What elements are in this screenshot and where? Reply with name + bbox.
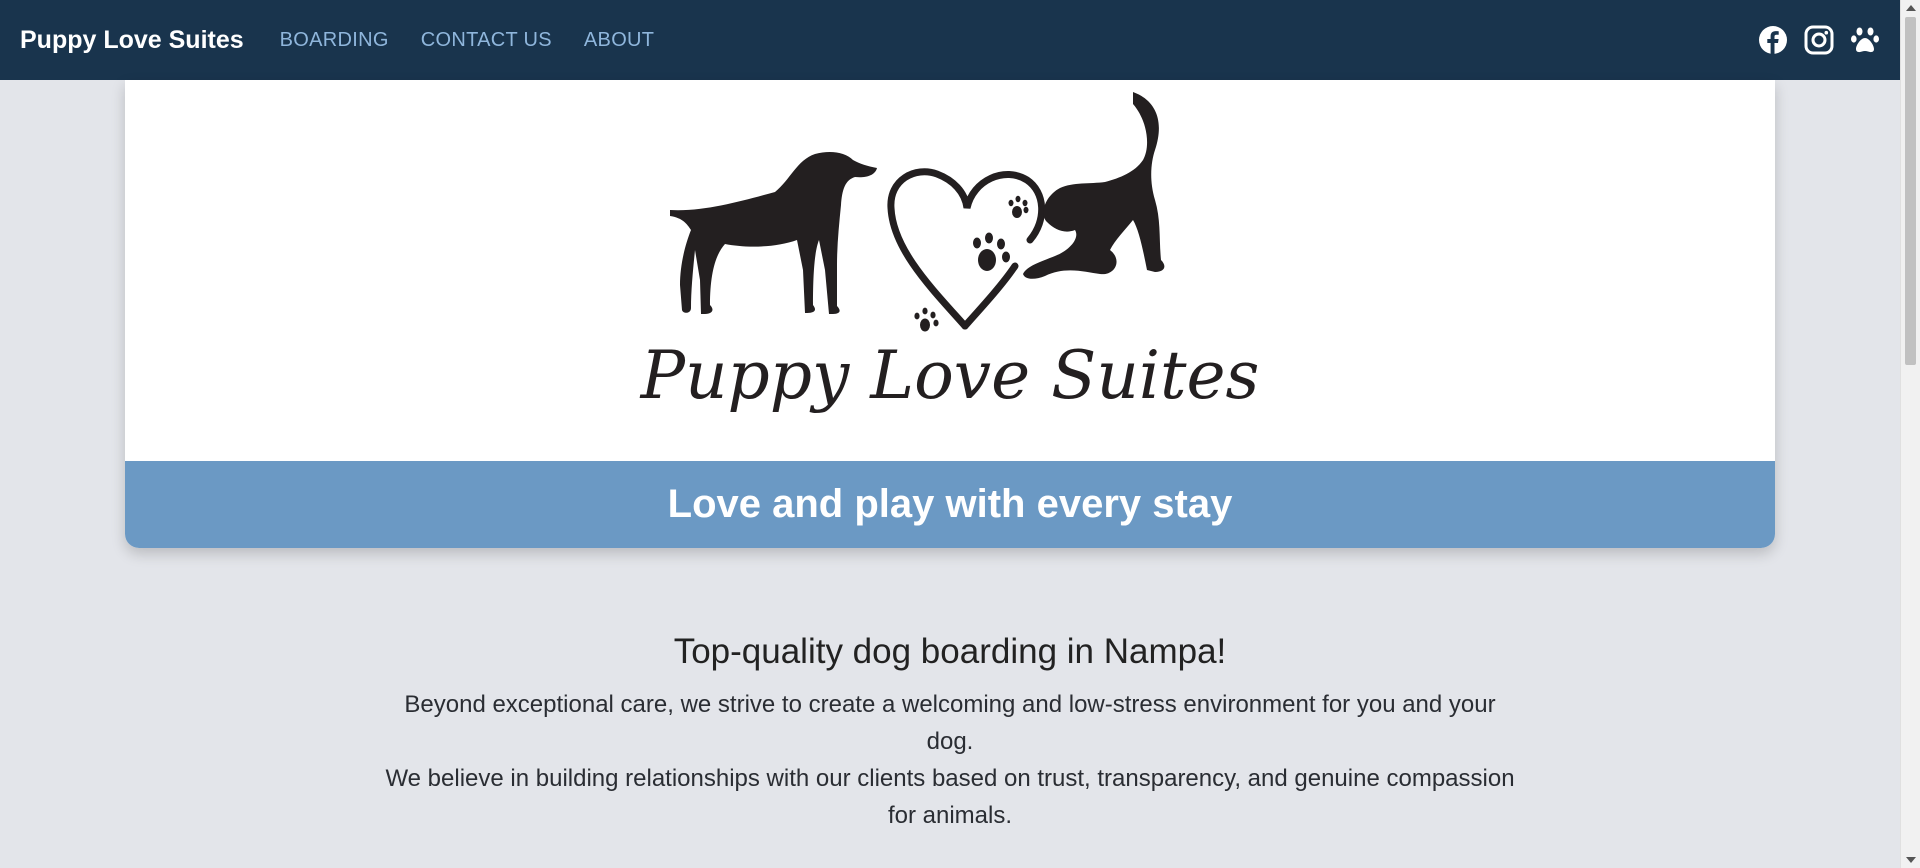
intro-paragraph-1: Beyond exceptional care, we strive to cr… — [404, 691, 1496, 755]
nav-link-about[interactable]: ABOUT — [584, 29, 654, 52]
scroll-up-arrow[interactable] — [1906, 5, 1916, 11]
intro-section: Top-quality dog boarding in Nampa! Beyon… — [380, 632, 1520, 834]
scroll-down-arrow[interactable] — [1906, 857, 1916, 863]
intro-paragraph-2: We believe in building relationships wit… — [385, 765, 1515, 829]
top-navbar: Puppy Love Suites BOARDING CONTACT US AB… — [0, 0, 1900, 80]
logo-script-text: Puppy Love Suites — [640, 337, 1260, 414]
puppy-love-suites-logo: Puppy Love Suites — [640, 92, 1260, 414]
facebook-icon[interactable] — [1756, 23, 1790, 57]
hero-card: Puppy Love Suites Love and play with eve… — [125, 80, 1775, 548]
scrollbar-thumb[interactable] — [1905, 17, 1916, 365]
paw-icon[interactable] — [1848, 23, 1882, 57]
nav-link-boarding[interactable]: BOARDING — [280, 29, 389, 52]
nav-link-contact[interactable]: CONTACT US — [421, 29, 552, 52]
social-icons — [1756, 23, 1882, 57]
brand-link[interactable]: Puppy Love Suites — [20, 26, 244, 55]
intro-heading: Top-quality dog boarding in Nampa! — [673, 632, 1227, 671]
tagline-banner: Love and play with every stay — [125, 461, 1775, 548]
tagline: Love and play with every stay — [667, 482, 1233, 526]
instagram-icon[interactable] — [1802, 23, 1836, 57]
page-scrollbar[interactable] — [1900, 0, 1920, 868]
